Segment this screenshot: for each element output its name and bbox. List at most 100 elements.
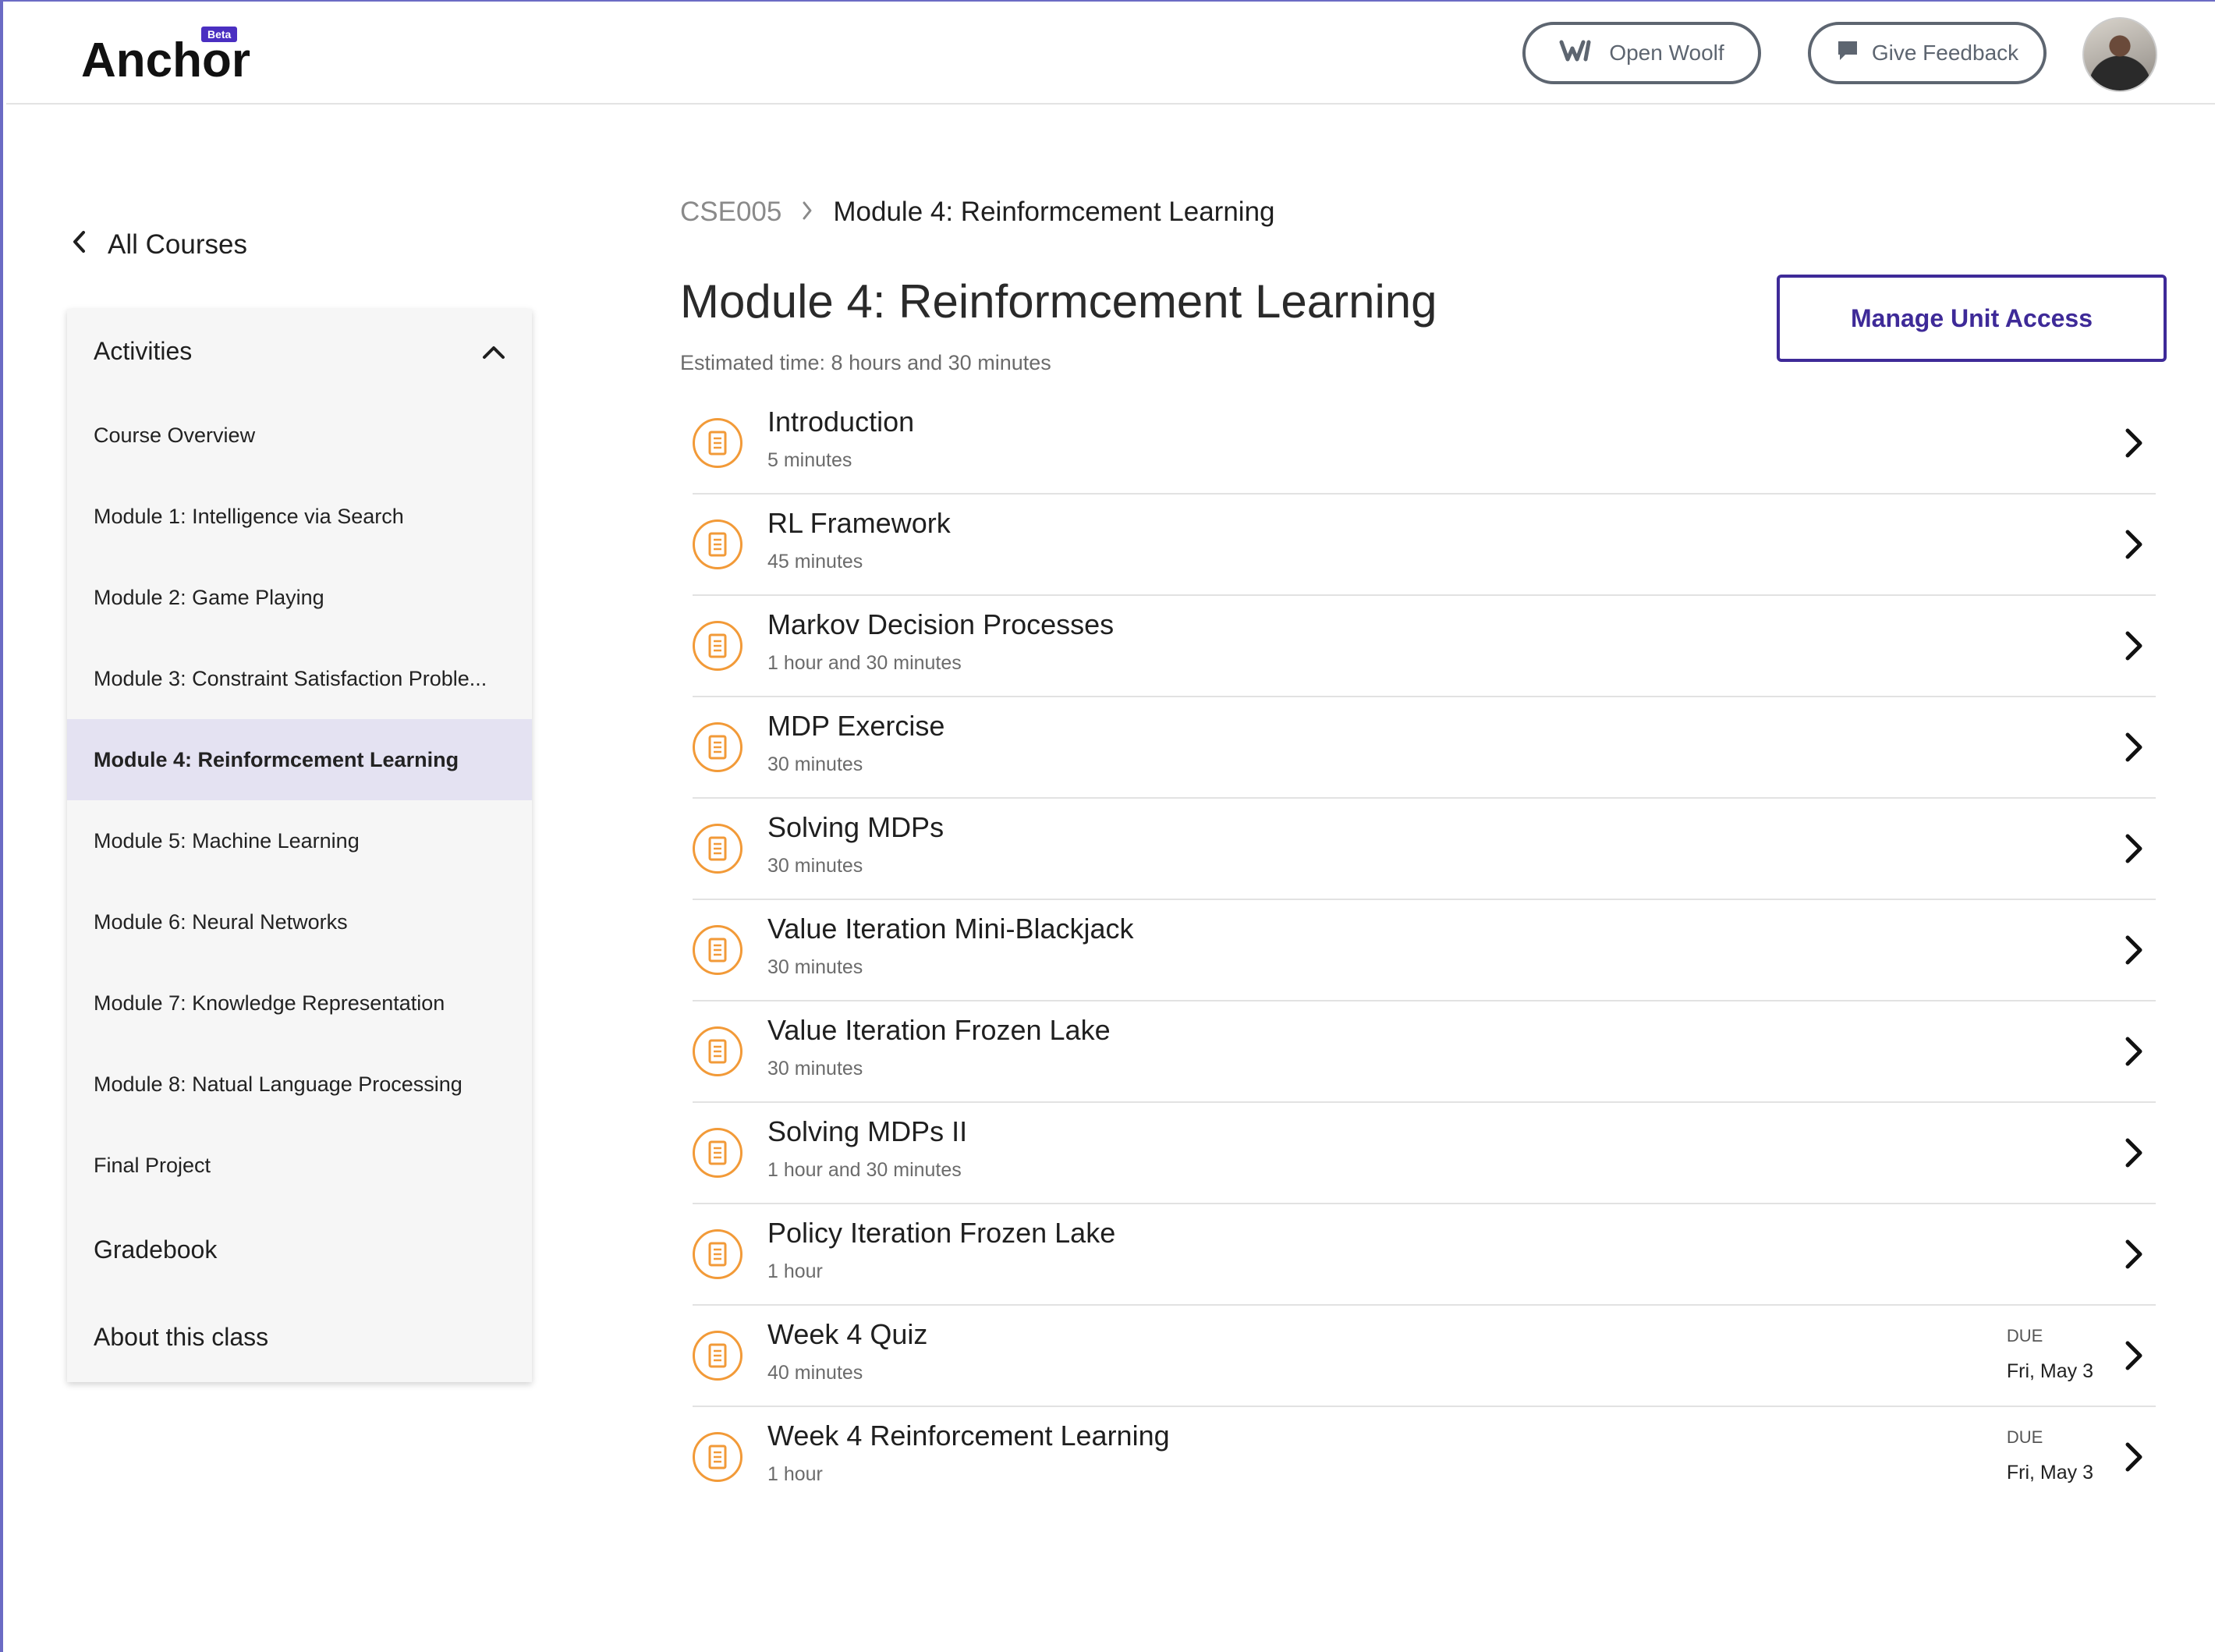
activity-title: RL Framework [767, 507, 951, 539]
sidebar-item-final-project[interactable]: Final Project [67, 1125, 532, 1206]
activity-duration: 1 hour and 30 minutes [767, 652, 962, 674]
chevron-right-icon[interactable] [2118, 933, 2149, 967]
sidebar-nav: Activities Course Overview Module 1: Int… [67, 309, 532, 1382]
sidebar-item-label: Course Overview [94, 423, 256, 447]
activity-row[interactable]: Value Iteration Frozen Lake 30 minutes [693, 1001, 2156, 1103]
about-class-link[interactable]: About this class [94, 1323, 268, 1352]
sidebar-item-label: Module 1: Intelligence via Search [94, 504, 404, 528]
activity-duration: 30 minutes [767, 1058, 863, 1079]
activity-row[interactable]: Solving MDPs 30 minutes [693, 799, 2156, 900]
activity-row[interactable]: Week 4 Reinforcement Learning 1 hour DUE Fr… [693, 1407, 2156, 1508]
activity-row[interactable]: Introduction 5 minutes [693, 393, 2156, 495]
sidebar-item-label: Module 5: Machine Learning [94, 828, 360, 853]
activity-row[interactable]: MDP Exercise 30 minutes [693, 697, 2156, 799]
sidebar-item-label: Module 6: Neural Networks [94, 909, 348, 934]
top-header: Anchor Beta Open Woolf Give Feedback [6, 3, 2215, 105]
give-feedback-button[interactable]: Give Feedback [1808, 22, 2047, 84]
sidebar-item-module-4[interactable]: Module 4: Reinformcement Learning [67, 719, 532, 800]
sidebar-item-label: Module 4: Reinformcement Learning [94, 747, 459, 771]
document-icon [693, 418, 742, 468]
sidebar-item-label: Module 7: Knowledge Representation [94, 991, 445, 1015]
sidebar-item-label: Module 3: Constraint Satisfaction Proble… [94, 666, 487, 690]
chevron-right-icon [802, 197, 813, 228]
breadcrumb-current: Module 4: Reinformcement Learning [833, 197, 1275, 227]
activity-title: Introduction [767, 406, 915, 438]
breadcrumb: CSE005 Module 4: Reinformcement Learning [680, 197, 1275, 228]
activity-row[interactable]: Week 4 Quiz 40 minutes DUE Fri, May 3 [693, 1306, 2156, 1407]
breadcrumb-course-link[interactable]: CSE005 [680, 197, 781, 228]
chevron-right-icon[interactable] [2118, 426, 2149, 460]
chevron-right-icon[interactable] [2118, 527, 2149, 562]
due-date: Fri, May 3 [2006, 1360, 2093, 1382]
sidebar-item-module-1[interactable]: Module 1: Intelligence via Search [67, 476, 532, 557]
sidebar-item-module-5[interactable]: Module 5: Machine Learning [67, 800, 532, 881]
sidebar-item-module-6[interactable]: Module 6: Neural Networks [67, 881, 532, 962]
sidebar-item-label: Final Project [94, 1153, 211, 1177]
activity-row[interactable]: Value Iteration Mini-Blackjack 30 minutes [693, 900, 2156, 1001]
give-feedback-label: Give Feedback [1871, 41, 2019, 65]
sidebar-item-module-7[interactable]: Module 7: Knowledge Representation [67, 962, 532, 1044]
activity-duration: 30 minutes [767, 855, 863, 877]
activity-duration: 1 hour [767, 1463, 823, 1485]
activity-title: MDP Exercise [767, 710, 945, 742]
due-date: Fri, May 3 [2006, 1462, 2093, 1484]
all-courses-link[interactable]: All Courses [72, 229, 247, 261]
activity-duration: 1 hour and 30 minutes [767, 1159, 962, 1181]
chevron-right-icon[interactable] [2118, 1237, 2149, 1271]
activity-title: Solving MDPs II [767, 1115, 968, 1147]
sidebar-item-module-2[interactable]: Module 2: Game Playing [67, 557, 532, 638]
activity-duration: 5 minutes [767, 449, 852, 471]
chevron-right-icon[interactable] [2118, 831, 2149, 866]
beta-badge: Beta [201, 27, 238, 42]
chevron-right-icon[interactable] [2118, 1136, 2149, 1170]
due-info: DUE Fri, May 3 [2007, 1427, 2093, 1484]
estimated-time: Estimated time: 8 hours and 30 minutes [680, 351, 1051, 374]
activity-duration: 45 minutes [767, 551, 863, 573]
activity-duration: 40 minutes [767, 1362, 863, 1384]
sidebar-item-label: Module 2: Game Playing [94, 585, 324, 609]
activity-title: Value Iteration Mini-Blackjack [767, 913, 1134, 945]
user-avatar[interactable] [2082, 17, 2157, 92]
document-icon [693, 1026, 742, 1076]
chevron-right-icon[interactable] [2118, 1034, 2149, 1069]
document-icon [693, 1229, 742, 1279]
page-title: Module 4: Reinformcement Learning [680, 275, 1437, 328]
app-window: Anchor Beta Open Woolf Give Feedback All… [0, 0, 2215, 1652]
due-label: DUE [2006, 1427, 2043, 1447]
document-icon [693, 1331, 742, 1381]
activities-section-header[interactable]: Activities [94, 337, 505, 366]
manage-unit-access-button[interactable]: Manage Unit Access [1777, 275, 2167, 362]
document-icon [693, 519, 742, 569]
activity-row[interactable]: RL Framework 45 minutes [693, 495, 2156, 596]
chevron-right-icon[interactable] [2118, 1440, 2149, 1474]
activity-row[interactable]: Solving MDPs II 1 hour and 30 minutes [693, 1103, 2156, 1204]
activity-row[interactable]: Policy Iteration Frozen Lake 1 hour [693, 1204, 2156, 1306]
activities-title: Activities [94, 337, 193, 365]
document-icon [693, 1128, 742, 1178]
sidebar-item-module-3[interactable]: Module 3: Constraint Satisfaction Proble… [67, 638, 532, 719]
activity-title: Week 4 Quiz [767, 1318, 928, 1350]
activity-title: Policy Iteration Frozen Lake [767, 1217, 1116, 1249]
document-icon [693, 925, 742, 975]
document-icon [693, 621, 742, 671]
sidebar-item-course-overview[interactable]: Course Overview [67, 395, 532, 476]
chevron-right-icon[interactable] [2118, 730, 2149, 764]
chat-bubble-icon [1836, 39, 1859, 68]
activity-row[interactable]: Markov Decision Processes 1 hour and 30 m… [693, 596, 2156, 697]
due-info: DUE Fri, May 3 [2007, 1326, 2093, 1383]
activity-title: Markov Decision Processes [767, 608, 1115, 640]
all-courses-label: All Courses [108, 229, 247, 260]
document-icon [693, 824, 742, 874]
open-woolf-button[interactable]: Open Woolf [1522, 22, 1761, 84]
document-icon [693, 1432, 742, 1482]
chevron-left-icon [72, 229, 86, 261]
chevron-right-icon[interactable] [2118, 1338, 2149, 1373]
document-icon [693, 722, 742, 772]
open-woolf-label: Open Woolf [1609, 41, 1724, 65]
sidebar-item-module-8[interactable]: Module 8: Natual Language Processing [67, 1044, 532, 1125]
activity-duration: 30 minutes [767, 956, 863, 978]
activity-duration: 1 hour [767, 1260, 823, 1282]
gradebook-link[interactable]: Gradebook [94, 1235, 217, 1264]
woolf-icon [1559, 39, 1597, 68]
chevron-right-icon[interactable] [2118, 629, 2149, 663]
